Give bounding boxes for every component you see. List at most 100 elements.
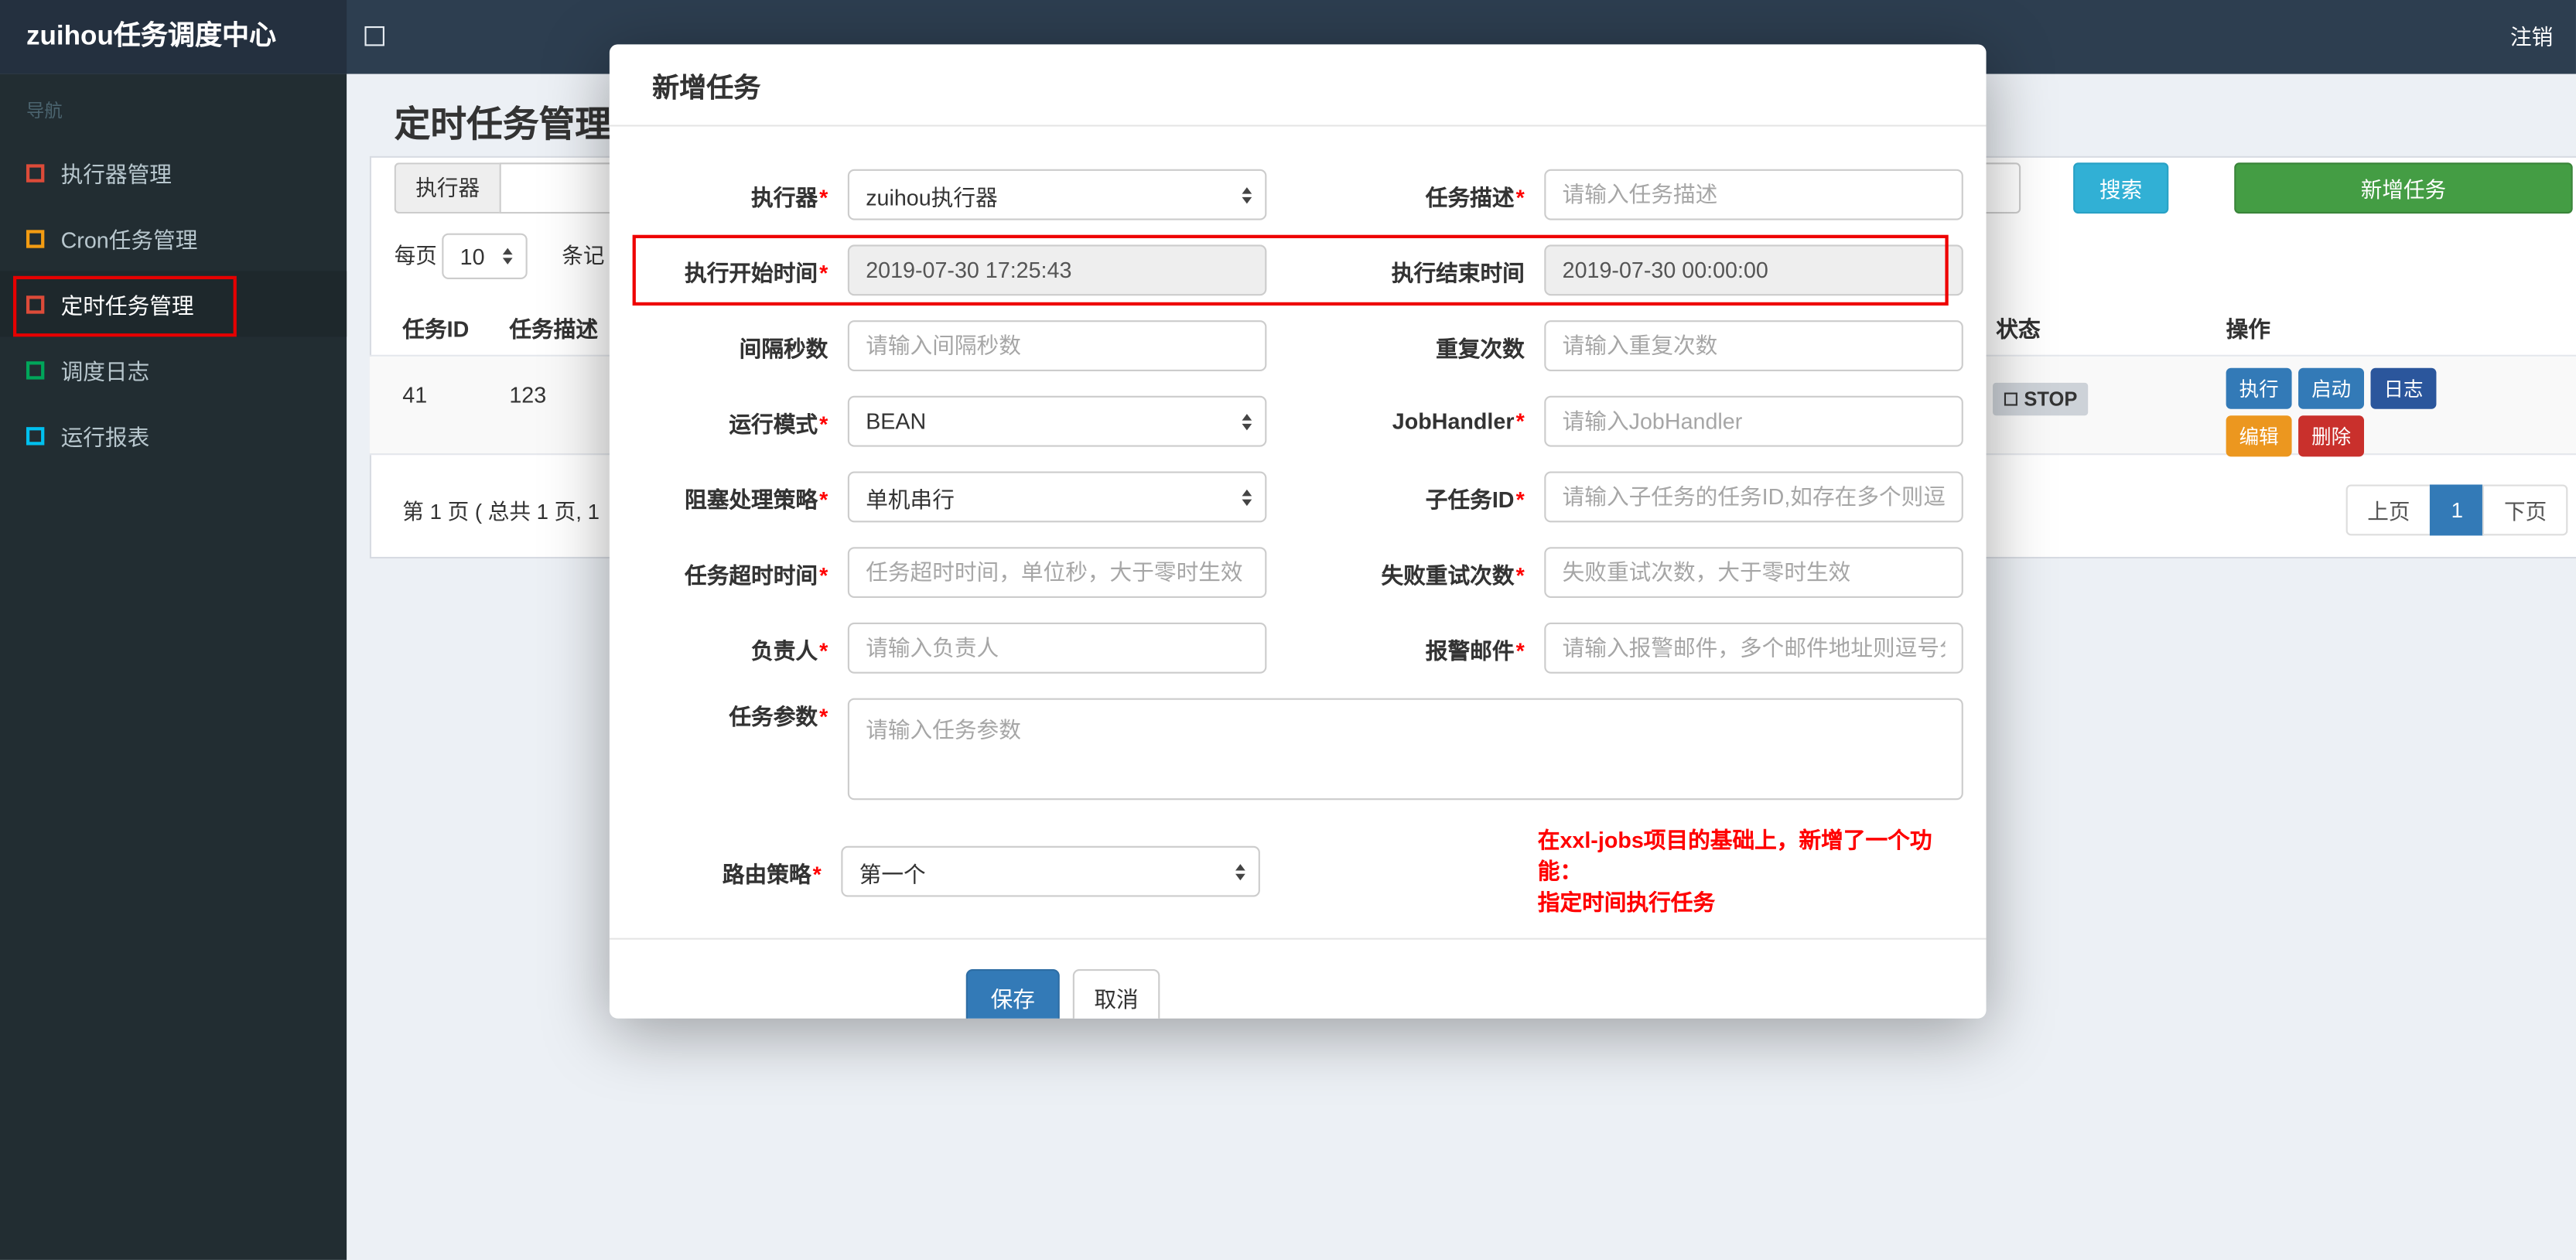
square-orange-icon [26,229,45,248]
run-button[interactable]: 执行 [2226,367,2292,409]
child-job-id-input[interactable] [1544,471,1963,523]
edit-button[interactable]: 编辑 [2226,415,2292,457]
square-red-icon [26,295,45,313]
sidebar-item-label: 调度日志 [60,360,150,384]
timeout-input[interactable] [847,547,1267,599]
sidebar-item-timed-task-manage[interactable]: 定时任务管理 [0,271,347,337]
fail-retry-input[interactable] [1544,547,1963,599]
square-red-icon [26,163,45,182]
per-page-value: 10 [460,244,485,269]
job-desc-input[interactable] [1544,169,1963,220]
field-label: 失败重试次数 * [1381,562,1525,588]
form-row: 阻塞处理策略 * 单机串行 子任务ID * [610,471,1963,523]
start-time-input[interactable] [847,244,1267,296]
add-task-modal: 新增任务 执行器* zuihou执行器 任务描述* 执行开始时间* 执行结束时间间隔秒数… [609,44,1987,1019]
sidebar-item-label: Cron任务管理 [60,228,198,254]
sidebar-item-label: 运行报表 [60,425,150,450]
jobhandler-input[interactable] [1544,395,1963,447]
sidebar-item-label: 执行器管理 [60,162,172,188]
sidebar-menu: 执行器管理 Cron任务管理 定时任务管理 调度日志运行报表 [0,140,347,469]
field-label: 子任务ID * [1425,487,1525,512]
required-asterisk: * [1515,562,1525,588]
status-text: STOP [2024,388,2078,411]
cancel-button[interactable]: 取消 [1072,968,1160,1019]
per-page-select[interactable]: 10 [442,233,528,280]
cell-task-desc: 123 [509,382,547,408]
alarm-email-input[interactable] [1544,622,1963,674]
start-button[interactable]: 启动 [2298,367,2365,409]
square-green-icon [26,360,45,379]
select-caret-icon [1242,413,1252,430]
cell-task-id: 41 [402,382,428,408]
end-time-input[interactable] [1544,244,1963,296]
sidebar-item-executor-manage[interactable]: 执行器管理 [0,140,347,206]
row-actions: 执行 启动 日志 编辑 删除 [2226,367,2437,457]
field-label: 间隔秒数 [739,336,828,361]
form-row: 执行器 * zuihou执行器 任务描述 * [610,169,1963,220]
status-badge: STOP [1993,382,2089,416]
search-button[interactable]: 搜索 [2073,162,2169,214]
sidebar-item-label: 定时任务管理 [60,294,194,319]
required-asterisk: * [819,411,828,436]
sidebar-item-run-report[interactable]: 运行报表 [0,402,347,468]
delete-button[interactable]: 删除 [2298,415,2365,457]
field-label: 执行器 * [751,184,828,210]
sidebar-item-cron-task-manage[interactable]: Cron任务管理 [0,205,347,271]
logout-link[interactable]: 注销 [2510,0,2553,74]
note-line: 指定时间执行任务 [1537,890,1716,915]
required-asterisk: * [1515,408,1525,434]
route-strategy-note: 在xxl-jobs项目的基础上，新增了一个功能： 指定时间执行任务 [1538,825,1963,918]
modal-title: 新增任务 [652,73,761,103]
per-page-label: 每页 [394,243,437,268]
block-strategy-select[interactable]: 单机串行 [847,471,1267,523]
select-value: zuihou执行器 [866,184,998,210]
job-param-textarea[interactable] [847,698,1963,801]
modal-footer: 保存 取消 [609,937,1987,1019]
log-button[interactable]: 日志 [2370,367,2437,409]
field-label: 任务描述 * [1425,184,1525,210]
field-label: 任务参数 * [729,705,828,729]
modal-header: 新增任务 [609,44,1987,127]
field-label: 执行开始时间 * [685,260,828,285]
select-caret-icon [502,248,513,265]
field-label: 阻塞处理策略 * [685,487,828,512]
required-asterisk: * [819,562,828,588]
required-asterisk: * [819,260,828,285]
required-asterisk: * [819,705,828,729]
run-mode-select[interactable]: BEAN [847,395,1267,447]
next-page-button[interactable]: 下页 [2482,484,2568,536]
stop-square-icon [2004,392,2017,406]
sidebar-toggle-icon[interactable] [364,26,384,46]
route-strategy-select[interactable]: 第一个 [841,845,1260,897]
form-row: 负责人* 报警邮件* [610,622,1963,674]
note-line: 在xxl-jobs项目的基础上，新增了一个功能： [1537,828,1932,884]
save-button[interactable]: 保存 [965,968,1060,1019]
required-asterisk: * [1515,184,1525,210]
interval-seconds-input[interactable] [847,320,1267,371]
executor-select[interactable]: zuihou执行器 [847,169,1267,220]
app: zuihou任务调度中心 注销 导航 执行器管理 Cron任务管理 定时任务管理 调度… [0,0,2576,1260]
author-input[interactable] [847,622,1267,674]
repeat-count-input[interactable] [1544,320,1963,371]
ops-line: 执行 启动 日志 [2226,367,2437,409]
page-title: 定时任务管理 [394,103,612,145]
brand-logo: zuihou任务调度中心 [0,0,347,74]
page-1-button[interactable]: 1 [2429,484,2485,536]
ops-line: 编辑 删除 [2226,415,2437,457]
required-asterisk: * [1515,638,1525,663]
sidebar-section-label: 导航 [26,101,63,122]
add-task-button[interactable]: 新增任务 [2234,162,2573,214]
sidebar-item-schedule-log[interactable]: 调度日志 [0,336,347,402]
executor-filter-label: 执行器 [394,162,500,214]
prev-page-button[interactable]: 上页 [2345,484,2432,536]
table-header-cell: 任务描述 [509,316,599,342]
form-row: 路由策略 * 第一个 在xxl-jobs项目的基础上，新增了一个功能： 指定时间执行任务 [610,825,1963,918]
table-header-cell: 任务ID [402,316,470,342]
select-caret-icon [1242,186,1252,203]
field-label: 报警邮件 * [1425,638,1525,663]
field-label: 重复次数 [1436,336,1525,361]
field-label: 路由策略 * [722,861,822,886]
field-label: 执行结束时间 [1391,260,1525,285]
square-cyan-icon [26,426,45,445]
form-row: 间隔秒数 重复次数 [610,320,1963,371]
